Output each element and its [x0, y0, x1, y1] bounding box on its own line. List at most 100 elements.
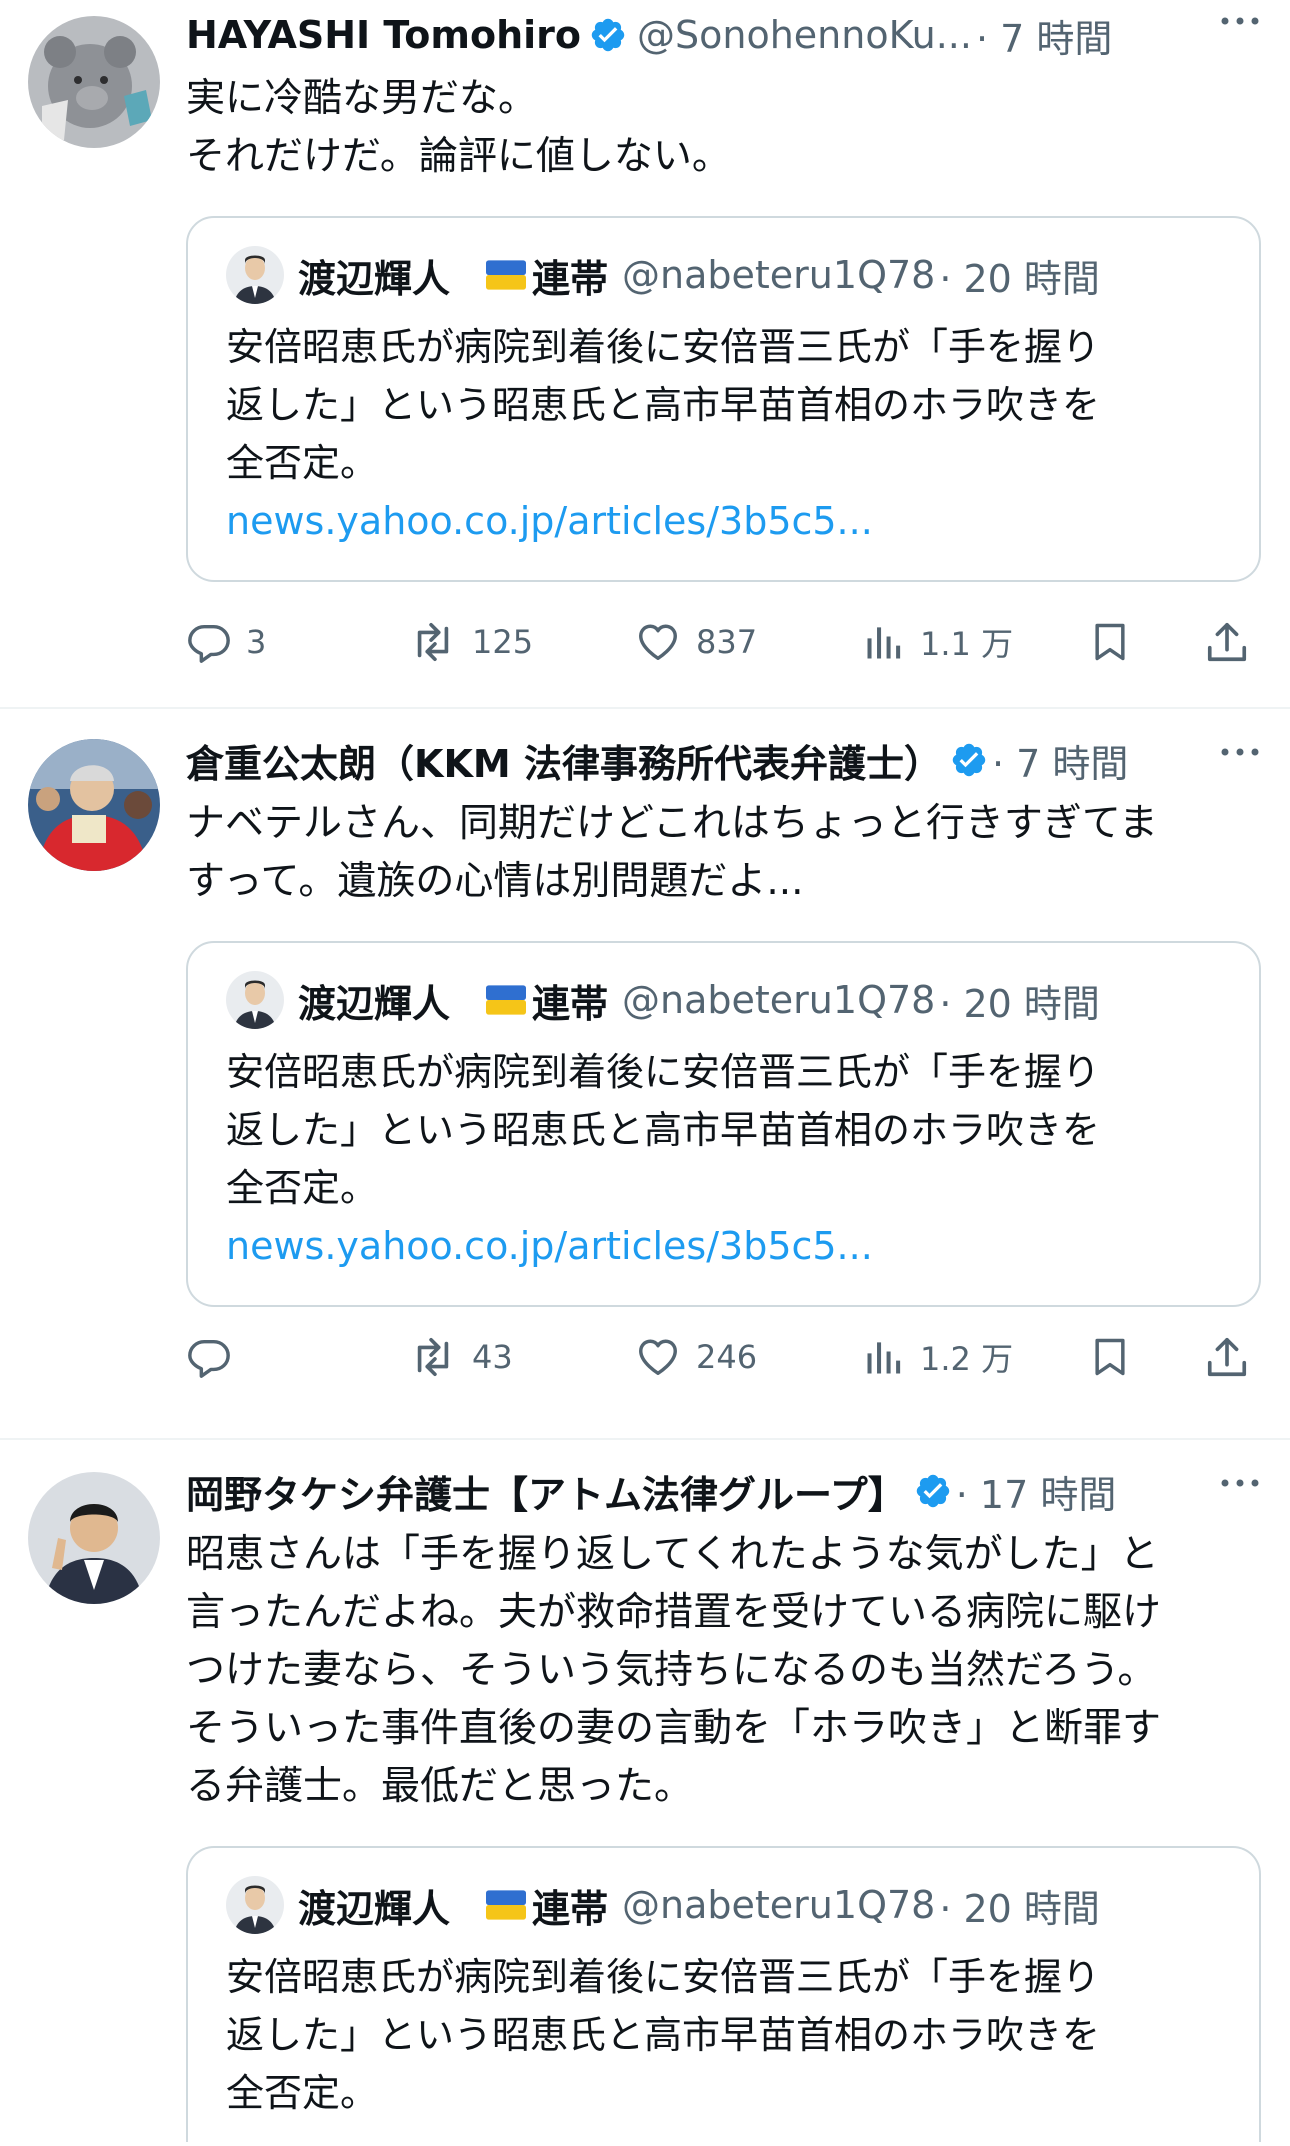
timestamp[interactable]: · 7 時間 [992, 733, 1128, 788]
repost-icon [408, 1334, 458, 1380]
tweet-text: ナベテルさん、同期だけどこれはちょっと行きすぎてま すって。遺族の心情は別問題だ… [186, 795, 1262, 911]
quoted-name-tag: 連帯 [532, 981, 609, 1026]
quoted-text-line: 安倍昭恵氏が病院到着後に安倍晋三氏が「手を握り [226, 325, 1101, 369]
quoted-timestamp: · 20 時間 [939, 981, 1100, 1026]
share-button[interactable] [1204, 1334, 1250, 1380]
quoted-text-line: 返した」という昭恵氏と高市早苗首相のホラ吹きを [226, 2013, 1101, 2057]
repost-count: 125 [472, 623, 534, 661]
quoted-text-line: 全否定。 [226, 1166, 379, 1210]
quoted-text-line: 返した」という昭恵氏と高市早苗首相のホラ吹きを [226, 1108, 1101, 1152]
quoted-avatar[interactable] [226, 971, 284, 1029]
more-icon[interactable] [1220, 747, 1260, 757]
verified-badge-icon [589, 16, 627, 54]
bookmark-button[interactable] [1088, 619, 1204, 665]
reply-count: 3 [246, 623, 267, 661]
quoted-timestamp: · 20 時間 [939, 256, 1100, 301]
ukraine-flag-icon [486, 985, 526, 1015]
quoted-text-line: 安倍昭恵氏が病院到着後に安倍晋三氏が「手を握り [226, 1050, 1101, 1094]
quoted-avatar[interactable] [226, 246, 284, 304]
person-avatar-image [28, 1472, 160, 1604]
like-count: 837 [696, 623, 758, 661]
reply-icon [186, 1334, 232, 1380]
article-link[interactable]: news.yahoo.co.jp/articles/3b5c5... [226, 492, 1223, 550]
like-button[interactable]: 837 [634, 619, 862, 665]
tweet[interactable]: 岡野タケシ弁護士【アトム法律グループ】 · 17 時間 昭恵さんは「手を握り返し… [0, 1440, 1290, 2146]
quoted-display-name: 渡辺輝人 [298, 1886, 451, 1931]
more-icon[interactable] [1220, 1478, 1260, 1488]
tweet-text: 実に冷酷な男だな。 それだけだ。論評に値しない。 [186, 70, 1262, 186]
tweet[interactable]: 倉重公太朗（KKM 法律事務所代表弁護士） · 7 時間 ナベテルさん、同期だけ… [0, 709, 1290, 1440]
ukraine-flag-icon [486, 1890, 526, 1920]
share-button[interactable] [1204, 619, 1250, 665]
tweet-text-line: 昭恵さんは「手を握り返してくれたような気がした」と [186, 1532, 1159, 1577]
avatar[interactable] [28, 16, 160, 148]
quoted-name-tag: 連帯 [532, 1886, 609, 1931]
quoted-text: 安倍昭恵氏が病院到着後に安倍晋三氏が「手を握り 返した」という昭恵氏と高市早苗首… [226, 1948, 1223, 2122]
quoted-text-line: 全否定。 [226, 441, 379, 485]
quoted-avatar[interactable] [226, 1876, 284, 1934]
ukraine-flag-icon [486, 260, 526, 290]
tweet-text-line: それだけだ。論評に値しない。 [186, 134, 731, 179]
view-count: 1.2 万 [920, 1340, 1014, 1378]
quoted-tweet[interactable]: 渡辺輝人 連帯 @nabeteru1Q78 · 20 時間 安倍昭恵氏が病院到着… [186, 216, 1261, 582]
person-avatar-image [226, 246, 284, 304]
teddy-bear-avatar-image [28, 16, 160, 148]
tweet-text-line: る弁護士。最低だと思った。 [186, 1764, 694, 1809]
display-name[interactable]: HAYASHI Tomohiro [186, 13, 581, 57]
quoted-text: 安倍昭恵氏が病院到着後に安倍晋三氏が「手を握り 返した」という昭恵氏と高市早苗首… [226, 1043, 1223, 1217]
bookmark-button[interactable] [1088, 1334, 1204, 1380]
avatar[interactable] [28, 1472, 160, 1604]
display-name[interactable]: 倉重公太朗（KKM 法律事務所代表弁護士） [186, 733, 942, 788]
quoted-text-line: 安倍昭恵氏が病院到着後に安倍晋三氏が「手を握り [226, 1955, 1101, 1999]
reply-button[interactable] [186, 1334, 408, 1380]
tweet-text-line: 言ったんだよね。夫が救命措置を受けている病院に駆け [186, 1590, 1162, 1635]
timestamp[interactable]: · 17 時間 [956, 1464, 1117, 1519]
share-icon [1204, 619, 1250, 665]
article-link[interactable]: news.yahoo.co.jp/articles/3b5c5... [226, 1217, 1223, 1275]
quoted-display-name: 渡辺輝人 [298, 981, 451, 1026]
repost-button[interactable]: 43 [408, 1334, 634, 1380]
quoted-display-name: 渡辺輝人 [298, 256, 451, 301]
bookmark-icon [1088, 619, 1132, 665]
view-count: 1.1 万 [920, 625, 1014, 663]
more-icon[interactable] [1220, 16, 1260, 26]
views-button[interactable]: 1.1 万 [862, 619, 1088, 665]
verified-badge-icon [950, 741, 988, 779]
person-avatar-image [226, 971, 284, 1029]
avatar[interactable] [28, 739, 160, 871]
like-button[interactable]: 246 [634, 1334, 862, 1380]
quoted-timestamp: · 20 時間 [939, 1886, 1100, 1931]
views-icon [862, 620, 906, 664]
like-icon [634, 619, 682, 665]
reply-button[interactable]: 3 [186, 619, 408, 665]
quoted-tweet[interactable]: 渡辺輝人 連帯 @nabeteru1Q78 · 20 時間 安倍昭恵氏が病院到着… [186, 1846, 1261, 2142]
like-icon [634, 1334, 682, 1380]
quoted-handle: @nabeteru1Q78 [622, 978, 936, 1022]
share-icon [1204, 1334, 1250, 1380]
views-icon [862, 1335, 906, 1379]
reply-icon [186, 619, 232, 665]
verified-badge-icon [914, 1472, 952, 1510]
tweet[interactable]: HAYASHI Tomohiro @SonohennoKu... · 7 時間 … [0, 0, 1290, 709]
tweet-text-line: 実に冷酷な男だな。 [186, 76, 538, 121]
quoted-text: 安倍昭恵氏が病院到着後に安倍晋三氏が「手を握り 返した」という昭恵氏と高市早苗首… [226, 318, 1223, 492]
user-handle[interactable]: @SonohennoKu... [637, 13, 972, 57]
tweet-text-line: すって。遺族の心情は別問題だよ... [186, 859, 804, 904]
quoted-handle: @nabeteru1Q78 [622, 1883, 936, 1927]
tweet-text-line: そういった事件直後の妻の言動を「ホラ吹き」と断罪す [186, 1706, 1162, 1751]
views-button[interactable]: 1.2 万 [862, 1334, 1088, 1380]
tweet-text-line: つけた妻なら、そういう気持ちになるのも当然だろう。 [186, 1648, 1157, 1693]
timestamp[interactable]: · 7 時間 [976, 8, 1112, 63]
quoted-name-tag: 連帯 [532, 256, 609, 301]
display-name[interactable]: 岡野タケシ弁護士【アトム法律グループ】 [186, 1464, 906, 1519]
like-count: 246 [696, 1338, 758, 1376]
person-avatar-image [28, 739, 160, 871]
tweet-text: 昭恵さんは「手を握り返してくれたような気がした」と 言ったんだよね。夫が救命措置… [186, 1526, 1262, 1816]
quoted-text-line: 返した」という昭恵氏と高市早苗首相のホラ吹きを [226, 383, 1101, 427]
quoted-text-line: 全否定。 [226, 2071, 379, 2115]
repost-icon [408, 619, 458, 665]
repost-button[interactable]: 125 [408, 619, 634, 665]
quoted-handle: @nabeteru1Q78 [622, 253, 936, 297]
quoted-tweet[interactable]: 渡辺輝人 連帯 @nabeteru1Q78 · 20 時間 安倍昭恵氏が病院到着… [186, 941, 1261, 1307]
bookmark-icon [1088, 1334, 1132, 1380]
